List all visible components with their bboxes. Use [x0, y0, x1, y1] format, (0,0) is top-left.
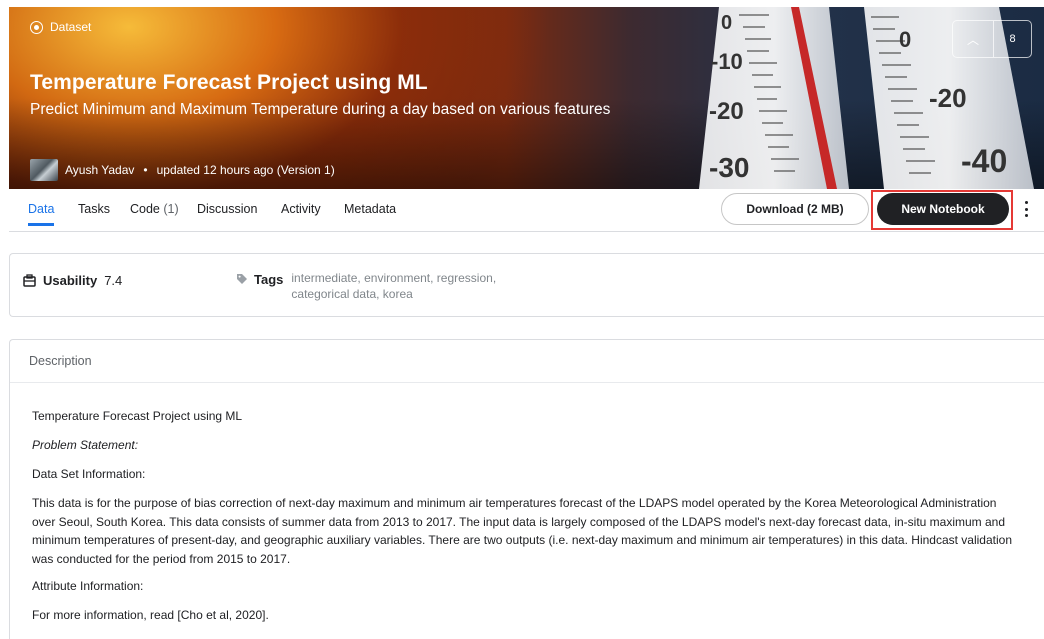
tab-tasks[interactable]: Tasks [78, 202, 110, 226]
dataset-type-text: Dataset [50, 20, 92, 34]
description-heading: Description [10, 340, 1044, 383]
tag-list-line[interactable]: intermediate, environment, regression, [291, 270, 541, 286]
usability-score: 7.4 [104, 273, 123, 288]
dataset-tabs: Data Tasks Code (1) Discussion Activity … [9, 189, 1044, 232]
tab-activity[interactable]: Activity [281, 202, 321, 226]
separator-dot: • [143, 163, 148, 177]
tab-count: (1) [163, 202, 179, 216]
chevron-up-icon: ︿ [966, 32, 979, 47]
usability-icon [23, 274, 36, 287]
tab-code[interactable]: Code (1) [130, 202, 179, 226]
tab-metadata[interactable]: Metadata [344, 202, 396, 226]
description-paragraph: For more information, read [Cho et al, 2… [32, 608, 269, 622]
tags-heading: Tags [236, 270, 283, 288]
description-paragraph: Attribute Information: [32, 579, 144, 593]
dataset-header-banner: 0 -10 -20 -30 0 -20 -40 Dataset Temperat… [9, 7, 1044, 189]
vote-count: 8 [1009, 33, 1016, 45]
tab-label: Code [130, 202, 160, 216]
new-notebook-button[interactable]: New Notebook [877, 193, 1009, 225]
download-button[interactable]: Download (2 MB) [721, 193, 869, 225]
description-paragraph: Problem Statement: [32, 438, 139, 452]
tag-list-line[interactable]: categorical data, korea [291, 286, 541, 302]
tag-icon [237, 274, 247, 284]
dataset-subtitle: Predict Minimum and Maximum Temperature … [30, 101, 611, 118]
dataset-icon [30, 20, 43, 34]
tab-discussion[interactable]: Discussion [197, 202, 257, 226]
tab-label: Metadata [344, 202, 397, 216]
author-name[interactable]: Ayush Yadav [65, 163, 134, 177]
tab-label: Data [28, 202, 55, 216]
usability-section: Usability 7.4 [23, 273, 122, 288]
tab-label: Discussion [197, 202, 258, 216]
upvote-button[interactable]: ︿ [953, 21, 994, 57]
tag-list[interactable]: intermediate, environment, regression, c… [291, 270, 541, 302]
description-paragraph: This data is for the purpose of bias cor… [32, 496, 1012, 566]
usability-tags-card: Usability 7.4 Tags intermediate, environ… [9, 253, 1044, 317]
more-vertical-icon[interactable] [1021, 199, 1031, 219]
tab-label: Tasks [78, 202, 110, 216]
tags-section: Tags intermediate, environment, regressi… [236, 270, 541, 302]
upvote-widget[interactable]: ︿ 8 [952, 20, 1032, 58]
description-paragraph: Temperature Forecast Project using ML [32, 409, 243, 423]
description-card: Description Temperature Forecast Project… [9, 339, 1044, 639]
dataset-type-label: Dataset [30, 20, 91, 34]
avatar[interactable] [30, 159, 58, 181]
tab-data[interactable]: Data [28, 202, 55, 226]
description-body: Temperature Forecast Project using ML Pr… [10, 383, 1044, 624]
dataset-title: Temperature Forecast Project using ML [30, 71, 428, 94]
tags-label: Tags [254, 271, 284, 287]
description-paragraph: Data Set Information: [32, 467, 146, 481]
updated-text: updated 12 hours ago (Version 1) [156, 163, 335, 177]
usability-label: Usability [43, 273, 98, 288]
tab-label: Activity [281, 202, 321, 216]
author-line: Ayush Yadav • updated 12 hours ago (Vers… [30, 159, 335, 181]
